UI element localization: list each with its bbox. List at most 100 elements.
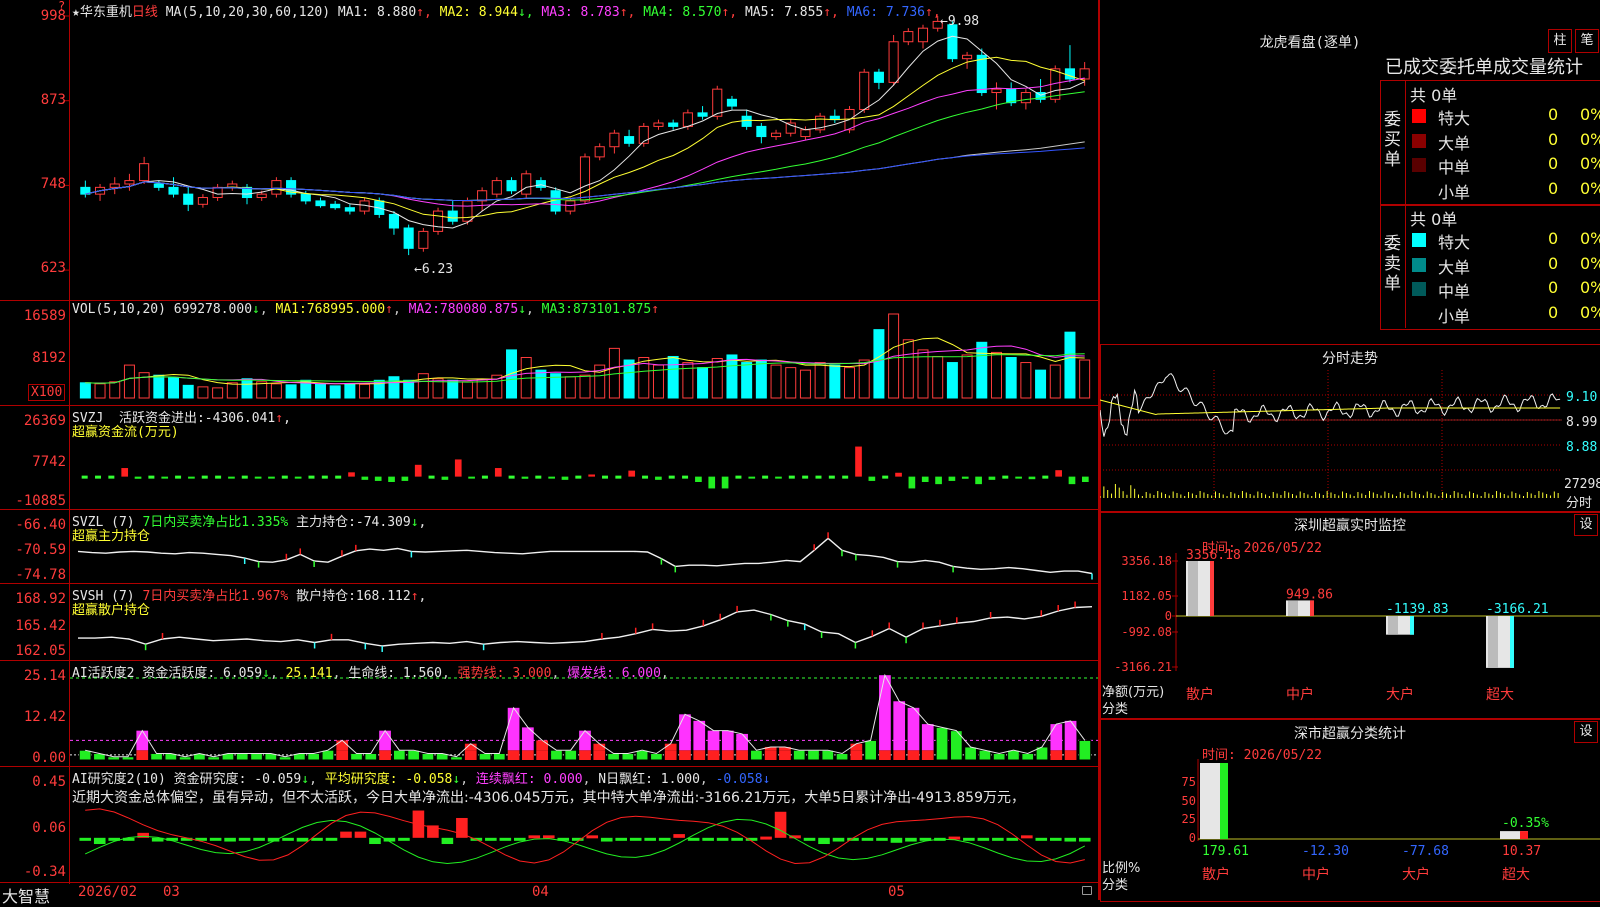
svzj-panel — [81, 446, 1089, 489]
ai-bar — [921, 750, 934, 760]
price-axis-873: 873 — [40, 92, 66, 108]
candle — [903, 31, 914, 43]
ai-bar — [1007, 749, 1020, 761]
ai-research-bar — [1035, 837, 1048, 841]
price-axis-748: 748 — [40, 176, 66, 192]
price-panel — [64, 15, 1090, 271]
buy-row-label: 小单 — [1438, 182, 1471, 202]
vol-bar — [314, 383, 326, 399]
ai-research-bar — [716, 837, 729, 841]
ai-bar — [764, 750, 777, 760]
candle — [300, 193, 311, 202]
sz-stats-x-title: 分类 — [1102, 878, 1129, 893]
svzj-dash — [602, 475, 609, 479]
sz-monitor-bar-label: 949.86 — [1286, 587, 1333, 602]
vol-bar — [461, 381, 473, 399]
svzj-bar — [254, 476, 262, 479]
sz-stats-axis-label: 25 — [1182, 812, 1196, 826]
svzj-dash — [668, 475, 675, 479]
sell-row-swatch — [1412, 257, 1426, 272]
ai-research-bar — [600, 837, 613, 842]
buy-row-swatch — [1412, 158, 1426, 172]
buy-row-count: 0 — [1548, 129, 1559, 149]
high-annotation: ←9.98 — [940, 14, 980, 29]
svzj-dash — [828, 475, 835, 479]
ai-bar — [736, 750, 748, 760]
sell-row-count: 0 — [1548, 229, 1559, 248]
ai-research-bar — [238, 837, 251, 841]
ai-research-bar — [1021, 835, 1033, 839]
ai-research-bar — [1078, 837, 1091, 842]
ai-research-bar — [528, 835, 541, 839]
ai-research-bar — [282, 837, 294, 841]
vol-unit-badge[interactable]: X100 — [28, 384, 66, 401]
svzj-bar — [1068, 476, 1076, 485]
ai-research-bar — [398, 837, 410, 841]
sz-monitor-category: 超大 — [1486, 687, 1514, 703]
vol-bar — [961, 354, 973, 399]
ai-research-bar — [615, 837, 628, 841]
ai-bar — [621, 752, 635, 761]
ai-research-bar — [79, 837, 92, 841]
candle — [1079, 68, 1090, 80]
ai-research-bar — [760, 836, 772, 840]
candle — [403, 227, 414, 249]
intraday-axis-bot: 8.88 — [1566, 440, 1598, 455]
sell-row-swatch — [1412, 282, 1426, 296]
intraday-chart[interactable] — [1100, 370, 1600, 510]
sell-row-label: 小单 — [1438, 306, 1471, 326]
ai-bar — [522, 750, 534, 760]
svsh-axis-bot: 162.05 — [15, 643, 66, 659]
sz-monitor: 3356.18 1182.05 0 -992.08 -3166.21 3356.18 散户 9… — [1114, 548, 1600, 703]
ai-bar — [450, 756, 463, 761]
ai-bar — [607, 752, 620, 761]
ai-bar — [536, 750, 549, 760]
period-label[interactable]: 日线 — [132, 5, 158, 20]
svzj-bar — [348, 472, 355, 477]
svzj-bar — [228, 476, 235, 479]
vol-bar — [123, 364, 135, 399]
ai-research-bar — [253, 837, 265, 841]
ai-bar — [278, 756, 292, 761]
svzj-bar — [361, 476, 369, 480]
vol-bar — [79, 382, 91, 399]
ai-research-bar — [905, 837, 917, 842]
ai-research-bar — [441, 837, 454, 845]
vol-bar — [785, 367, 797, 399]
intraday-grid — [1100, 370, 1562, 502]
sz-stats-bar-edge — [1220, 763, 1228, 839]
ai-active-header: AI活跃度2 资金活跃度: 6.059↓, 25.141, 生命线: 1.560… — [72, 666, 669, 681]
sz-stats-bar-label: -12.30 — [1302, 844, 1349, 859]
sz-monitor-bar-label: -1139.83 — [1386, 602, 1449, 617]
buy-side-label: 委买单 — [1384, 110, 1401, 170]
favorite-star-icon[interactable]: ★ — [72, 5, 80, 20]
sz-monitor-bar-edge — [1210, 561, 1214, 616]
sz-monitor-bar-label: -3166.21 — [1486, 602, 1549, 617]
svzj-bar — [401, 476, 409, 481]
ai-research-axis-mid: 0.06 — [32, 820, 66, 836]
ai-bar — [807, 749, 820, 761]
ai-research-bar — [832, 837, 845, 842]
ai-bar — [893, 750, 906, 760]
vol-bar — [417, 373, 429, 399]
lock-icon[interactable] — [1082, 886, 1092, 895]
svzj-dash — [241, 475, 248, 479]
candle — [947, 24, 958, 60]
candle — [712, 88, 723, 117]
vol-bar — [506, 349, 518, 399]
svzj-bar — [628, 470, 636, 477]
candle — [1064, 68, 1076, 80]
vol-bar — [932, 355, 944, 399]
vol-bar — [1020, 362, 1032, 399]
buy-row-label: 中单 — [1438, 158, 1471, 177]
intraday-axis-top: 9.10 — [1566, 390, 1598, 405]
chart-area[interactable]: ★华东重机日线 MA(5,10,20,30,60,120) MA1: 8.880… — [0, 0, 1100, 906]
ai-bar — [379, 730, 391, 751]
candle — [109, 183, 120, 188]
sz-stats-chart: 75 50 25 0 179.61 散户 -12.30 中户 -77.68 大户 10.37 超大 -0… — [1182, 759, 1600, 883]
sz-monitor-axis-label: 0 — [1165, 609, 1172, 623]
svzj-bar — [868, 476, 876, 481]
ai-bar — [679, 714, 691, 751]
bar-mode-button[interactable]: 柱 — [1548, 29, 1572, 53]
tick-mode-button[interactable]: 笔 — [1575, 29, 1599, 53]
